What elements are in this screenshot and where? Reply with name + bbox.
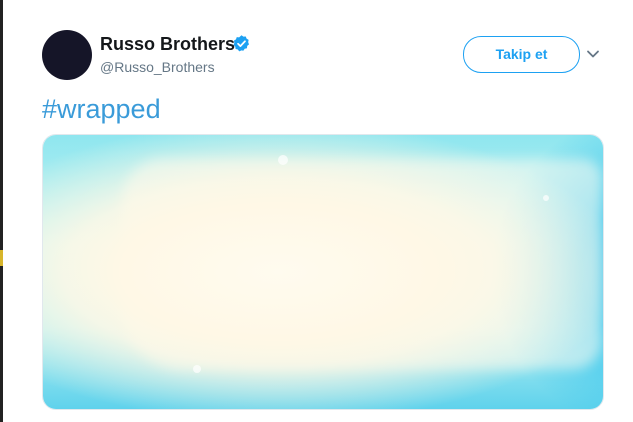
- follow-button[interactable]: Takip et: [463, 36, 580, 73]
- author-display-name[interactable]: Russo Brothers: [100, 33, 235, 55]
- media-bubble: [278, 155, 288, 165]
- media-bubble: [193, 365, 201, 373]
- page: Russo Brothers @Russo_Brothers Takip et …: [0, 0, 633, 422]
- media-layer-glow: [43, 135, 603, 409]
- tweet-card: Russo Brothers @Russo_Brothers Takip et …: [3, 0, 633, 422]
- author-handle[interactable]: @Russo_Brothers: [100, 58, 215, 76]
- hashtag-link[interactable]: #wrapped: [42, 94, 161, 124]
- avatar[interactable]: [42, 30, 92, 80]
- chevron-down-icon[interactable]: [586, 47, 600, 61]
- media-bubble: [543, 195, 549, 201]
- tweet-text: #wrapped: [42, 92, 161, 126]
- verified-badge-icon: [233, 35, 250, 52]
- tweet-media-image[interactable]: [42, 134, 604, 410]
